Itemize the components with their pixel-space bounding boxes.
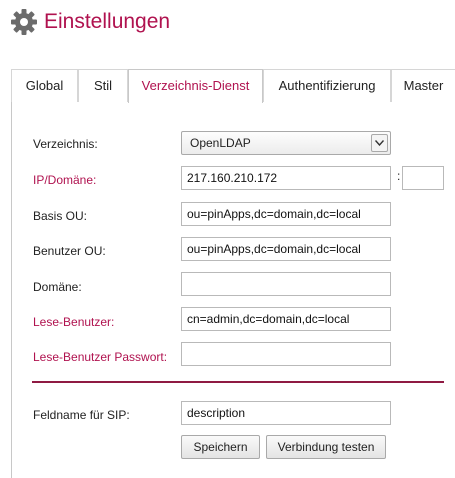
tab-bar: Global Stil Verzeichnis-Dienst Authentif… [11,69,455,103]
port-input[interactable] [402,166,444,190]
lese-passwort-label: Lese-Benutzer Passwort: [33,350,168,364]
basis-ou-input[interactable] [181,202,391,226]
port-separator: : [397,169,401,183]
sip-feld-label: Feldname für SIP: [33,408,130,422]
basis-ou-label: Basis OU: [33,209,88,223]
verzeichnis-select[interactable]: OpenLDAP [181,131,391,155]
ip-label: IP/Domäne: [33,173,97,187]
tab-verzeichnis-dienst[interactable]: Verzeichnis-Dienst [128,69,263,103]
save-button[interactable]: Speichern [181,435,260,459]
chevron-down-icon[interactable] [371,134,388,152]
sip-feld-input[interactable] [181,401,391,425]
domaene-input[interactable] [181,272,391,296]
page-header: Einstellungen [10,6,170,38]
lese-passwort-input[interactable] [181,342,391,366]
tab-global[interactable]: Global [11,69,78,102]
benutzer-ou-input[interactable] [181,237,391,261]
page-title: Einstellungen [44,10,171,33]
tab-master[interactable]: Master [391,69,455,102]
tab-authentifizierung[interactable]: Authentifizierung [263,69,391,102]
settings-panel: Verzeichnis: OpenLDAP IP/Domäne: : Basis… [11,102,455,478]
lese-benutzer-label: Lese-Benutzer: [33,315,115,329]
domaene-label: Domäne: [33,280,82,294]
verzeichnis-label: Verzeichnis: [33,137,98,151]
gear-icon [11,9,37,35]
verzeichnis-value: OpenLDAP [190,136,251,150]
tab-stil[interactable]: Stil [78,69,128,102]
test-connection-button[interactable]: Verbindung testen [266,435,386,459]
benutzer-ou-label: Benutzer OU: [33,244,106,258]
lese-benutzer-input[interactable] [181,307,391,331]
section-divider [32,381,444,383]
ip-input[interactable] [181,166,391,190]
